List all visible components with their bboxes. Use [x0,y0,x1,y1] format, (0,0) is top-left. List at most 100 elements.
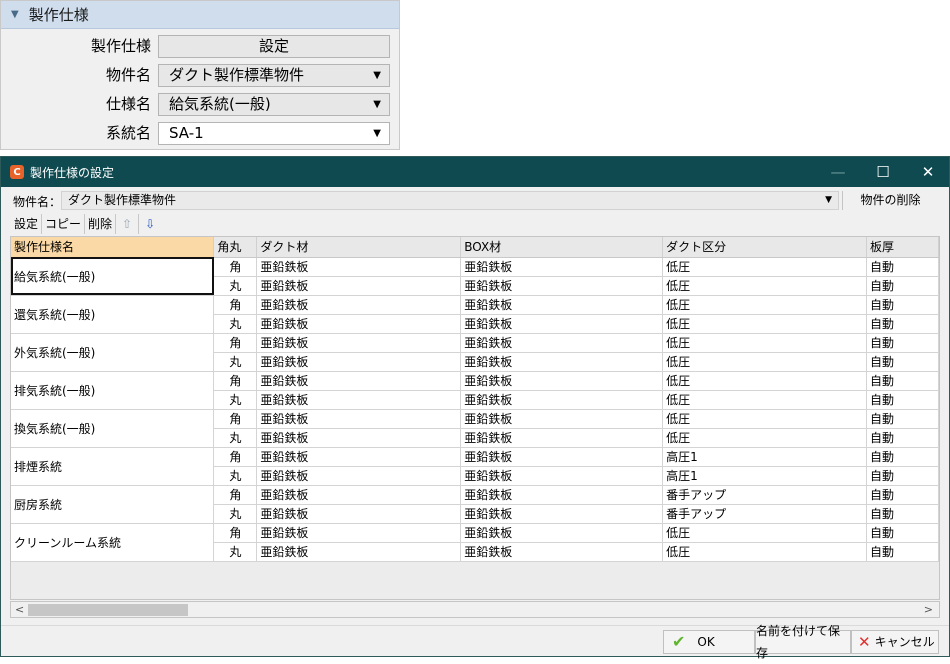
column-header-thickness[interactable]: 板厚 [866,237,939,258]
shape-cell[interactable]: 丸 [213,504,258,524]
duct-class-cell[interactable]: 低圧 [662,390,867,410]
spec-name-cell[interactable]: 還気系統(一般) [11,295,215,334]
box-material-cell[interactable]: 亜鉛鉄板 [460,390,664,410]
duct-class-cell[interactable]: 番手アップ [662,504,867,524]
shape-cell[interactable]: 丸 [213,428,258,448]
spec-settings-button[interactable]: 設定 [158,35,390,58]
shape-cell[interactable]: 丸 [213,390,258,410]
set-button[interactable]: 設定 [11,214,43,234]
duct-class-cell[interactable]: 低圧 [662,276,867,296]
duct-material-cell[interactable]: 亜鉛鉄板 [256,466,462,486]
shape-cell[interactable]: 角 [213,409,258,429]
chevron-down-icon[interactable]: ▼ [825,192,832,209]
shape-cell[interactable]: 丸 [213,276,258,296]
thickness-cell[interactable]: 自動 [866,371,939,391]
shape-cell[interactable]: 丸 [213,352,258,372]
thickness-cell[interactable]: 自動 [866,295,939,315]
scroll-left-icon[interactable]: < [15,602,24,618]
thickness-cell[interactable]: 自動 [866,333,939,353]
duct-class-cell[interactable]: 高圧1 [662,447,867,467]
chevron-down-icon[interactable]: ▼ [373,94,381,115]
spec-name-cell[interactable]: 排煙系統 [11,447,215,486]
duct-class-cell[interactable]: 低圧 [662,257,867,277]
thickness-cell[interactable]: 自動 [866,257,939,277]
thickness-cell[interactable]: 自動 [866,390,939,410]
spec-name-cell[interactable]: 外気系統(一般) [11,333,215,372]
shape-cell[interactable]: 角 [213,371,258,391]
duct-class-cell[interactable]: 低圧 [662,352,867,372]
dialog-titlebar[interactable]: C 製作仕様の設定 — ☐ ✕ [1,157,949,187]
table-row[interactable]: 換気系統(一般) 角亜鉛鉄板 亜鉛鉄板 低圧 自動 [11,409,939,448]
spec-name-cell[interactable]: 給気系統(一般) [11,257,215,296]
table-row[interactable]: 排気系統(一般) 角亜鉛鉄板 亜鉛鉄板 低圧 自動 [11,371,939,410]
duct-material-cell[interactable]: 亜鉛鉄板 [256,409,462,429]
duct-material-cell[interactable]: 亜鉛鉄板 [256,485,462,505]
duct-material-cell[interactable]: 亜鉛鉄板 [256,352,462,372]
box-material-cell[interactable]: 亜鉛鉄板 [460,409,664,429]
duct-class-cell[interactable]: 低圧 [662,314,867,334]
thickness-cell[interactable]: 自動 [866,447,939,467]
duct-class-cell[interactable]: 低圧 [662,333,867,353]
bukken-combo[interactable]: ダクト製作標準物件 ▼ [61,191,839,210]
ok-button[interactable]: ✔ OK [663,630,755,654]
shape-cell[interactable]: 丸 [213,314,258,334]
minimize-icon[interactable]: — [816,157,860,187]
shape-cell[interactable]: 丸 [213,542,258,562]
box-material-cell[interactable]: 亜鉛鉄板 [460,447,664,467]
thickness-cell[interactable]: 自動 [866,485,939,505]
thickness-cell[interactable]: 自動 [866,504,939,524]
box-material-cell[interactable]: 亜鉛鉄板 [460,371,664,391]
column-header-spec-name[interactable]: 製作仕様名 [11,237,215,258]
shape-cell[interactable]: 角 [213,485,258,505]
column-header-duct-material[interactable]: ダクト材 [256,237,462,258]
chevron-down-icon[interactable]: ▼ [373,123,381,144]
thickness-cell[interactable]: 自動 [866,542,939,562]
duct-class-cell[interactable]: 低圧 [662,542,867,562]
duct-class-cell[interactable]: 低圧 [662,523,867,543]
horizontal-scrollbar[interactable]: < > [10,601,940,618]
box-material-cell[interactable]: 亜鉛鉄板 [460,542,664,562]
panel-header[interactable]: ▼ 製作仕様 [1,1,399,29]
delete-bukken-button[interactable]: 物件の削除 [842,191,938,210]
duct-material-cell[interactable]: 亜鉛鉄板 [256,542,462,562]
box-material-cell[interactable]: 亜鉛鉄板 [460,504,664,524]
spec-name-cell[interactable]: 厨房系統 [11,485,215,524]
duct-class-cell[interactable]: 高圧1 [662,466,867,486]
bukken-select[interactable]: ダクト製作標準物件 ▼ [158,64,390,87]
table-row[interactable]: 給気系統(一般) 角亜鉛鉄板 亜鉛鉄板 低圧 自動 [11,257,939,296]
duct-material-cell[interactable]: 亜鉛鉄板 [256,295,462,315]
close-icon[interactable]: ✕ [906,157,950,187]
thickness-cell[interactable]: 自動 [866,523,939,543]
system-name-select[interactable]: SA-1 ▼ [158,122,390,145]
box-material-cell[interactable]: 亜鉛鉄板 [460,352,664,372]
duct-class-cell[interactable]: 低圧 [662,371,867,391]
table-row[interactable]: 排煙系統角亜鉛鉄板 亜鉛鉄板 高圧1 自動 [11,447,939,486]
shape-cell[interactable]: 角 [213,295,258,315]
thickness-cell[interactable]: 自動 [866,314,939,334]
thickness-cell[interactable]: 自動 [866,276,939,296]
duct-material-cell[interactable]: 亜鉛鉄板 [256,523,462,543]
box-material-cell[interactable]: 亜鉛鉄板 [460,257,664,277]
box-material-cell[interactable]: 亜鉛鉄板 [460,485,664,505]
box-material-cell[interactable]: 亜鉛鉄板 [460,295,664,315]
table-row[interactable]: クリーンルーム系統角亜鉛鉄板 亜鉛鉄板 低圧 自動 [11,523,939,562]
spec-name-cell[interactable]: 排気系統(一般) [11,371,215,410]
box-material-cell[interactable]: 亜鉛鉄板 [460,333,664,353]
duct-material-cell[interactable]: 亜鉛鉄板 [256,371,462,391]
copy-button[interactable]: コピー [42,214,86,234]
duct-material-cell[interactable]: 亜鉛鉄板 [256,390,462,410]
duct-material-cell[interactable]: 亜鉛鉄板 [256,504,462,524]
column-header-box-material[interactable]: BOX材 [460,237,664,258]
thickness-cell[interactable]: 自動 [866,428,939,448]
duct-material-cell[interactable]: 亜鉛鉄板 [256,447,462,467]
box-material-cell[interactable]: 亜鉛鉄板 [460,428,664,448]
shape-cell[interactable]: 角 [213,447,258,467]
scroll-thumb[interactable] [28,604,188,616]
column-header-duct-class[interactable]: ダクト区分 [662,237,867,258]
duct-class-cell[interactable]: 低圧 [662,295,867,315]
duct-material-cell[interactable]: 亜鉛鉄板 [256,257,462,277]
chevron-down-icon[interactable]: ▼ [373,65,381,86]
shape-cell[interactable]: 角 [213,333,258,353]
duct-class-cell[interactable]: 低圧 [662,428,867,448]
table-row[interactable]: 外気系統(一般) 角亜鉛鉄板 亜鉛鉄板 低圧 自動 [11,333,939,372]
